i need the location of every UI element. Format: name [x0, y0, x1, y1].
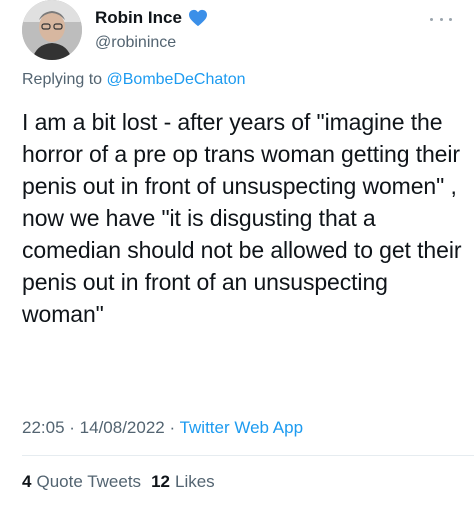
meta-separator: · [164, 418, 180, 437]
tweet-time[interactable]: 22:05 [22, 418, 65, 437]
like-count: 12 [151, 472, 170, 491]
dot [449, 17, 452, 21]
tweet-meta: 22:05 · 14/08/2022 · Twitter Web App [22, 418, 303, 438]
blue-heart-icon [188, 9, 207, 27]
author-handle[interactable]: @robinince [95, 34, 176, 52]
avatar-photo [22, 0, 82, 60]
tweet-source-link[interactable]: Twitter Web App [180, 418, 303, 437]
replying-to-label: Replying to [22, 71, 107, 88]
quote-label: Quote Tweets [36, 472, 142, 491]
reply-mention-link[interactable]: @BombeDeChaton [107, 71, 246, 88]
dot [439, 17, 443, 21]
tweet-date[interactable]: 14/08/2022 [80, 418, 165, 437]
quote-tweets-link[interactable]: 4 Quote Tweets [22, 472, 141, 492]
likes-link[interactable]: 12 Likes [151, 472, 215, 492]
tweet-text: I am a bit lost - after years of "imagin… [22, 109, 462, 327]
dot [430, 17, 433, 21]
divider [22, 455, 474, 456]
author-display-name[interactable]: Robin Ince [95, 8, 182, 28]
tweet-stats: 4 Quote Tweets 12 Likes [22, 472, 215, 492]
replying-to: Replying to @BombeDeChaton [22, 71, 245, 89]
tweet: Robin Ince @robinince Replying to @Bombe… [0, 0, 474, 505]
like-label: Likes [174, 472, 215, 491]
more-options-icon[interactable] [430, 16, 452, 22]
quote-count: 4 [22, 472, 32, 491]
author-name-row[interactable]: Robin Ince [95, 8, 208, 28]
avatar[interactable] [22, 0, 82, 60]
meta-separator: · [64, 418, 80, 437]
